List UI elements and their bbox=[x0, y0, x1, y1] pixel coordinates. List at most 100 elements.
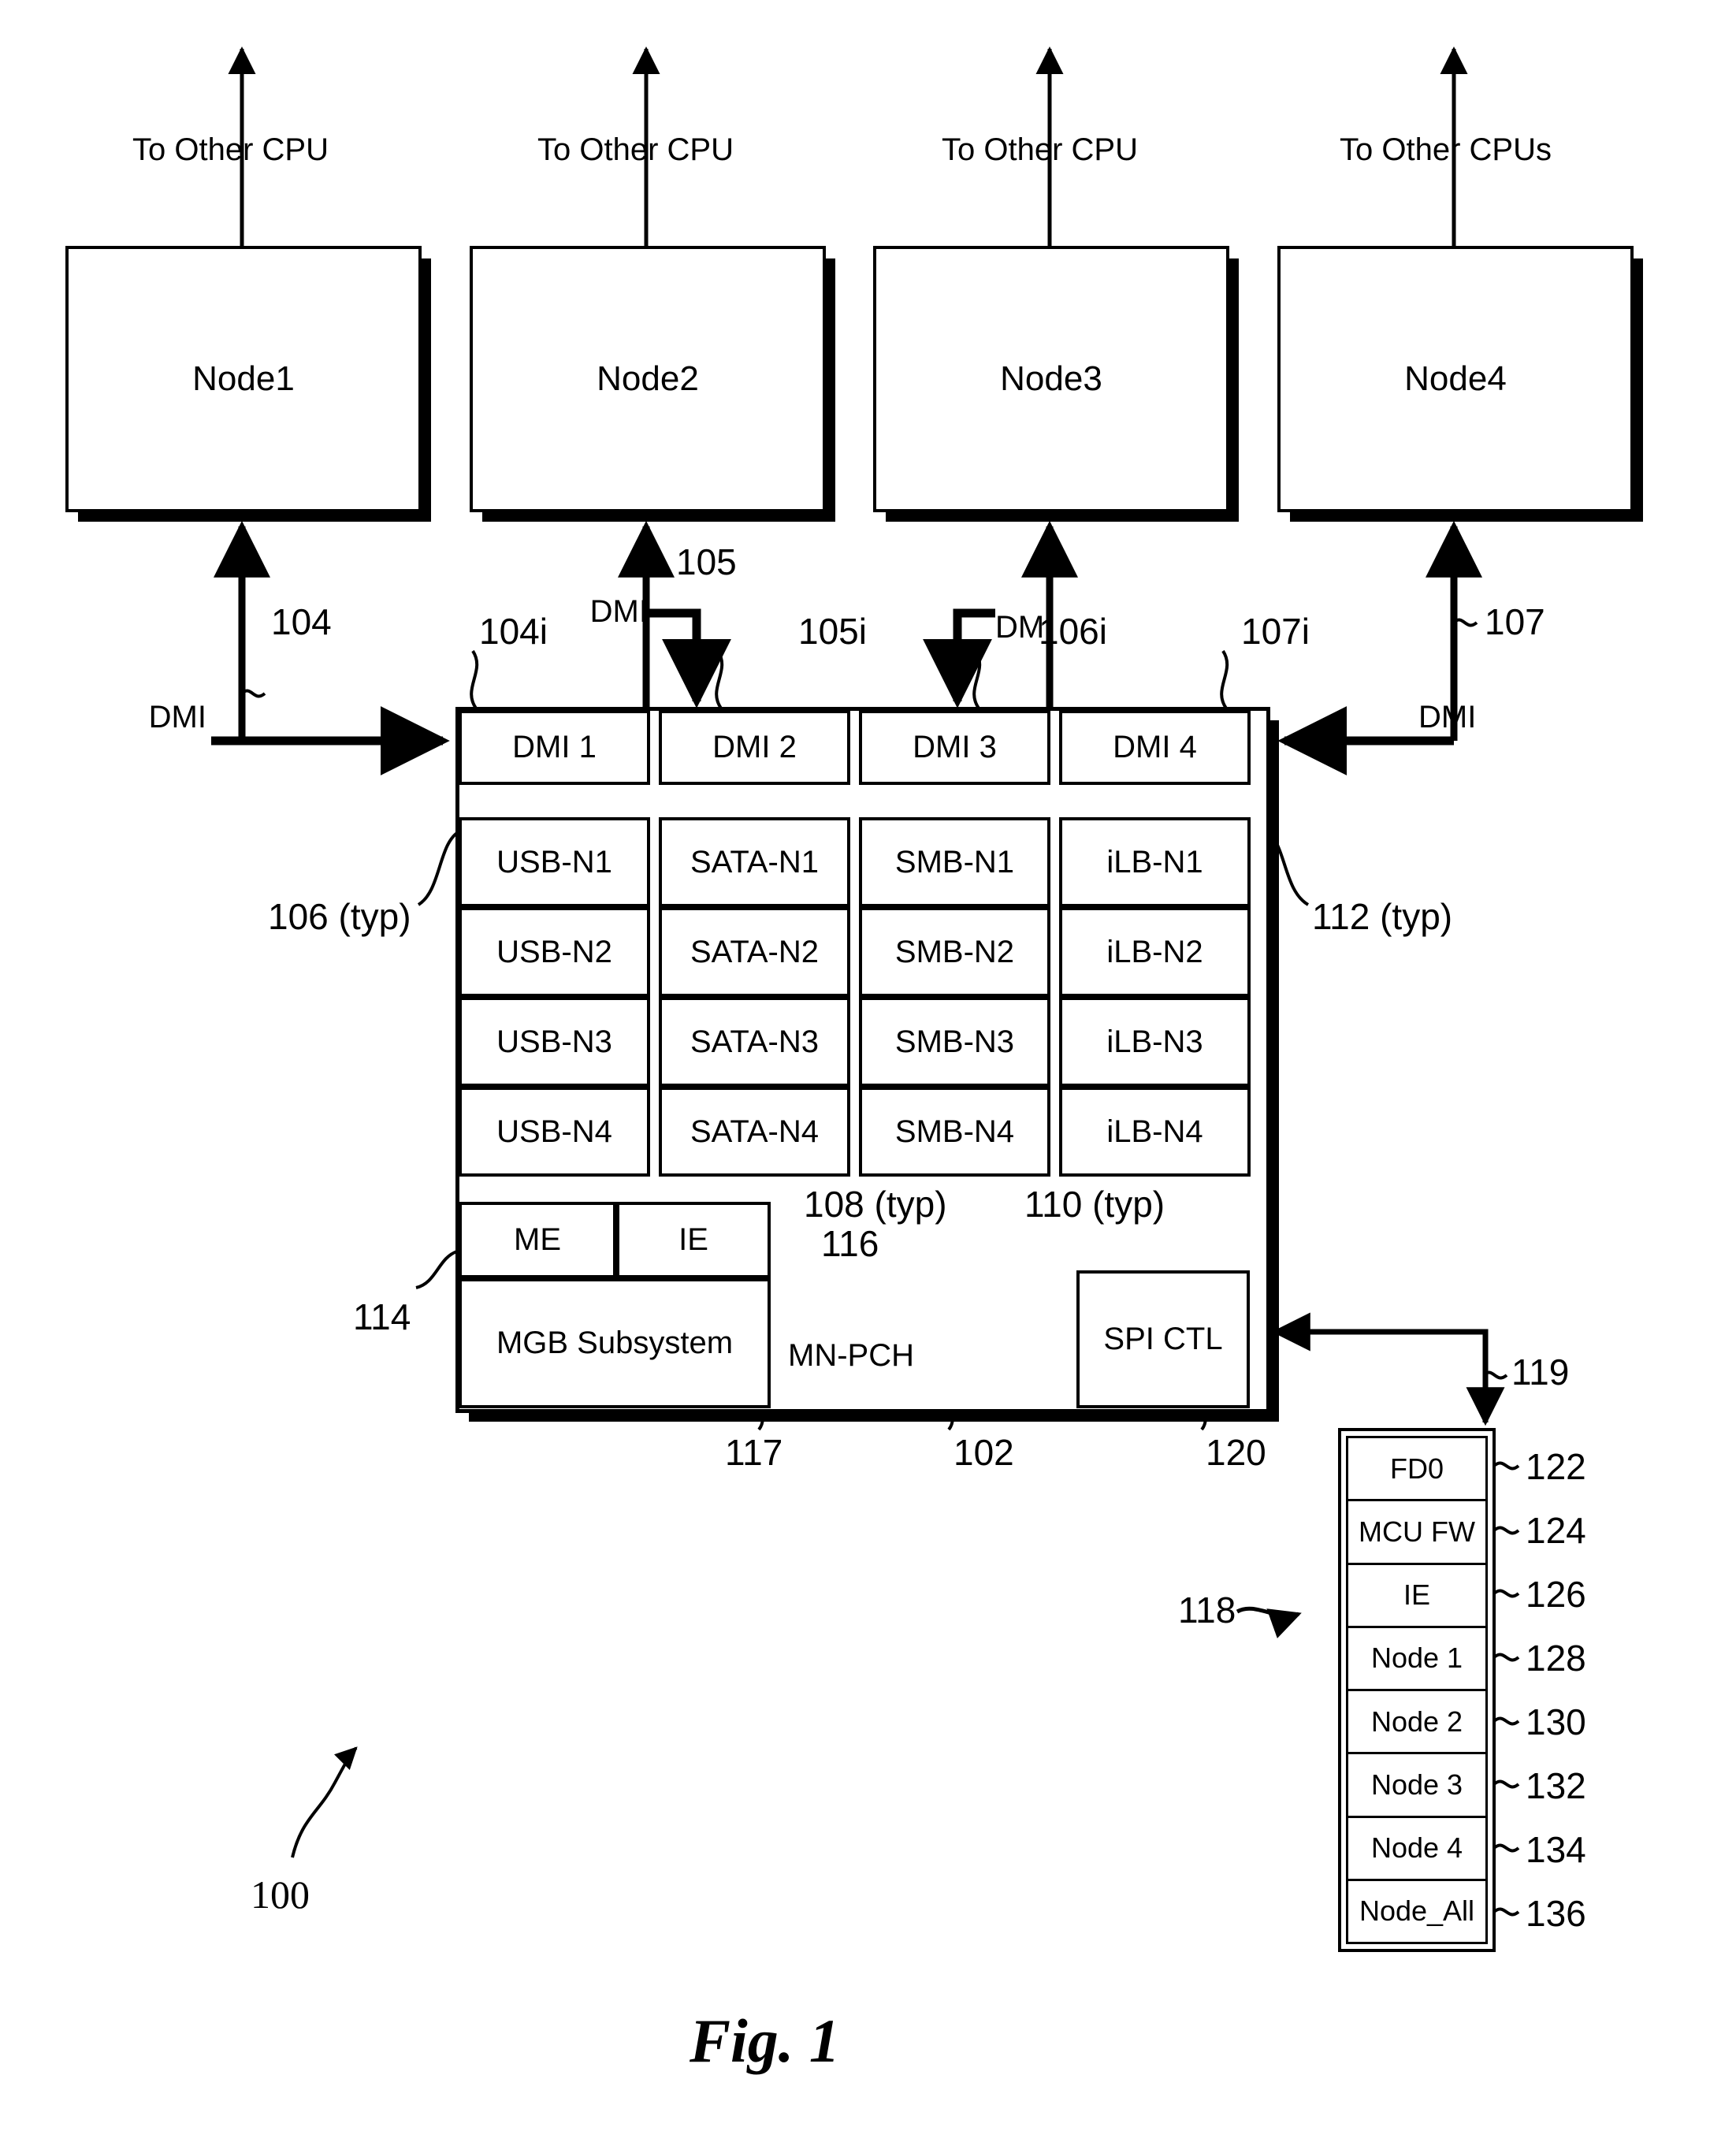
ref-105: 105 bbox=[676, 541, 737, 582]
periph-label: SMB-N4 bbox=[894, 1114, 1015, 1149]
ref-122: 122 bbox=[1526, 1446, 1586, 1487]
dmi-106-elbow bbox=[923, 608, 995, 708]
fw-row-node-4[interactable]: Node 4 bbox=[1348, 1818, 1485, 1881]
periph-cell-ilb-n2[interactable]: iLB-N2 bbox=[1059, 907, 1251, 997]
periph-label: iLB-N4 bbox=[1106, 1114, 1203, 1149]
periph-cell-usb-n2[interactable]: USB-N2 bbox=[459, 907, 650, 997]
fw-row-label: MCU FW bbox=[1359, 1515, 1475, 1548]
periph-label: SATA-N2 bbox=[690, 934, 819, 969]
me-block[interactable]: ME bbox=[459, 1202, 616, 1278]
fw-row-ie[interactable]: IE bbox=[1348, 1565, 1485, 1628]
dmi-port-3[interactable]: DMI 3 bbox=[859, 710, 1050, 785]
dmi-port-label-3: DMI 3 bbox=[913, 730, 997, 764]
ie-block[interactable]: IE bbox=[616, 1202, 771, 1278]
dmi-port-label-2: DMI 2 bbox=[712, 730, 797, 764]
ref-118: 118 bbox=[1178, 1590, 1236, 1631]
node-box-4[interactable]: Node4 bbox=[1277, 246, 1634, 512]
to-other-cpu-label-1: To Other CPU bbox=[132, 132, 329, 167]
spi-bus-119 bbox=[1281, 1329, 1505, 1426]
fw-row-mcu-fw[interactable]: MCU FW bbox=[1348, 1501, 1485, 1565]
ref-100: 100 bbox=[251, 1872, 310, 1917]
ref-114: 114 bbox=[353, 1296, 411, 1337]
ref-106-typ: 106 (typ) bbox=[268, 896, 411, 937]
ref-106i: 106i bbox=[1039, 611, 1107, 652]
periph-label: USB-N2 bbox=[496, 934, 612, 969]
node-box-1[interactable]: Node1 bbox=[65, 246, 422, 512]
periph-cell-sata-n3[interactable]: SATA-N3 bbox=[659, 997, 850, 1087]
ref-120: 120 bbox=[1206, 1432, 1266, 1473]
node-label-1: Node1 bbox=[192, 359, 295, 398]
periph-cell-usb-n4[interactable]: USB-N4 bbox=[459, 1087, 650, 1177]
node-label-2: Node2 bbox=[597, 359, 699, 398]
dmi-port-1[interactable]: DMI 1 bbox=[459, 710, 650, 785]
dmi-port-label-1: DMI 1 bbox=[512, 730, 597, 764]
node-box-2[interactable]: Node2 bbox=[470, 246, 826, 512]
ref-108-typ: 108 (typ) bbox=[804, 1184, 947, 1225]
fw-row-label: Node 3 bbox=[1370, 1768, 1463, 1801]
periph-cell-ilb-n3[interactable]: iLB-N3 bbox=[1059, 997, 1251, 1087]
fw-row-label: Node 2 bbox=[1370, 1705, 1463, 1738]
ref-132: 132 bbox=[1526, 1765, 1586, 1806]
periph-label: SATA-N4 bbox=[690, 1114, 819, 1149]
periph-label: iLB-N2 bbox=[1106, 934, 1203, 969]
ref-130: 130 bbox=[1526, 1701, 1586, 1742]
periph-cell-sata-n1[interactable]: SATA-N1 bbox=[659, 817, 850, 907]
periph-label: USB-N1 bbox=[496, 844, 612, 879]
fw-row-node-2[interactable]: Node 2 bbox=[1348, 1691, 1485, 1755]
fw-row-fd0[interactable]: FD0 bbox=[1348, 1438, 1485, 1502]
node-box-3[interactable]: Node3 bbox=[873, 246, 1229, 512]
fw-row-label: Node 1 bbox=[1370, 1642, 1463, 1675]
node-label-4: Node4 bbox=[1404, 359, 1507, 398]
ref-124: 124 bbox=[1526, 1510, 1586, 1551]
periph-cell-ilb-n1[interactable]: iLB-N1 bbox=[1059, 817, 1251, 907]
fw-row-label: Node 4 bbox=[1370, 1831, 1463, 1865]
mgb-subsystem-label: MGB Subsystem bbox=[496, 1326, 734, 1360]
periph-label: SMB-N2 bbox=[894, 934, 1015, 969]
periph-cell-usb-n3[interactable]: USB-N3 bbox=[459, 997, 650, 1087]
periph-cell-ilb-n4[interactable]: iLB-N4 bbox=[1059, 1087, 1251, 1177]
ref-102: 102 bbox=[953, 1432, 1014, 1473]
periph-cell-smb-n1[interactable]: SMB-N1 bbox=[859, 817, 1050, 907]
periph-cell-usb-n1[interactable]: USB-N1 bbox=[459, 817, 650, 907]
ref-107: 107 bbox=[1485, 601, 1545, 642]
dmi-link-label-1: DMI bbox=[148, 700, 206, 734]
mn-pch-label: MN-PCH bbox=[788, 1338, 914, 1373]
to-other-cpu-label-4: To Other CPUs bbox=[1340, 132, 1552, 167]
node-label-3: Node3 bbox=[1000, 359, 1102, 398]
firmware-device-stack[interactable]: FD0 MCU FW IE Node 1 Node 2 Node 3 Node … bbox=[1338, 1428, 1496, 1952]
ref-117: 117 bbox=[725, 1432, 783, 1473]
spi-ctl-block[interactable]: SPI CTL bbox=[1076, 1270, 1250, 1408]
periph-cell-smb-n2[interactable]: SMB-N2 bbox=[859, 907, 1050, 997]
dmi-port-2[interactable]: DMI 2 bbox=[659, 710, 850, 785]
ref-110-typ: 110 (typ) bbox=[1024, 1184, 1165, 1225]
ref-128: 128 bbox=[1526, 1638, 1586, 1679]
periph-label: SMB-N1 bbox=[894, 844, 1015, 879]
fw-row-node-all[interactable]: Node_All bbox=[1348, 1881, 1485, 1942]
ref-119: 119 bbox=[1511, 1352, 1570, 1393]
periph-cell-smb-n3[interactable]: SMB-N3 bbox=[859, 997, 1050, 1087]
ref-105i: 105i bbox=[798, 611, 867, 652]
periph-cell-sata-n2[interactable]: SATA-N2 bbox=[659, 907, 850, 997]
periph-cell-sata-n4[interactable]: SATA-N4 bbox=[659, 1087, 850, 1177]
fw-row-label: FD0 bbox=[1389, 1452, 1444, 1485]
periph-label: USB-N4 bbox=[496, 1114, 612, 1149]
to-other-cpu-label-3: To Other CPU bbox=[942, 132, 1138, 167]
ref-100-leader bbox=[291, 1746, 358, 1858]
mgb-subsystem-block[interactable]: MGB Subsystem bbox=[459, 1278, 771, 1408]
fw-row-label: Node_All bbox=[1359, 1895, 1475, 1928]
figure-caption: Fig. 1 bbox=[690, 2006, 840, 2075]
ref-112-typ: 112 (typ) bbox=[1312, 896, 1453, 937]
fw-row-label: IE bbox=[1403, 1578, 1430, 1612]
to-other-cpu-arrows bbox=[228, 46, 1468, 246]
ie-label: IE bbox=[678, 1222, 708, 1257]
patent-figure-page: To Other CPU To Other CPU To Other CPU T… bbox=[0, 0, 1736, 2153]
ref-116: 116 bbox=[821, 1223, 879, 1264]
periph-label: SATA-N1 bbox=[690, 844, 819, 879]
dmi-link-label-2: DMI bbox=[589, 594, 648, 629]
periph-cell-smb-n4[interactable]: SMB-N4 bbox=[859, 1087, 1050, 1177]
ref-107i: 107i bbox=[1241, 611, 1310, 652]
ref-136: 136 bbox=[1526, 1893, 1586, 1934]
dmi-port-4[interactable]: DMI 4 bbox=[1059, 710, 1251, 785]
fw-row-node-3[interactable]: Node 3 bbox=[1348, 1754, 1485, 1818]
fw-row-node-1[interactable]: Node 1 bbox=[1348, 1628, 1485, 1691]
